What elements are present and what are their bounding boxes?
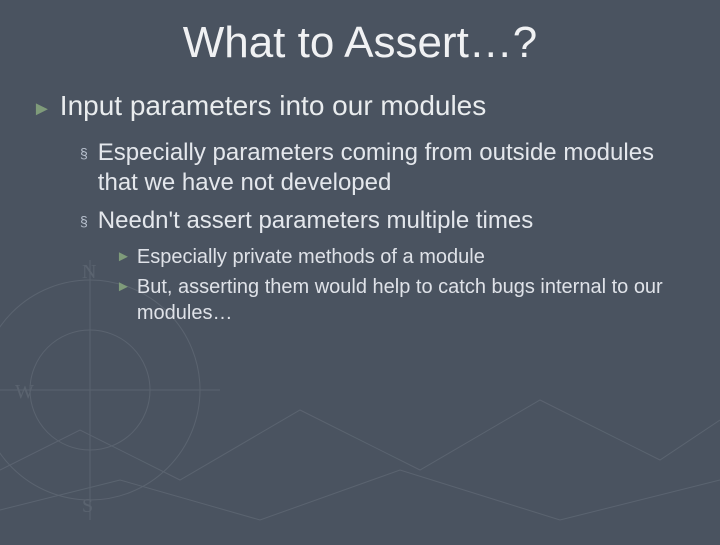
slide: What to Assert…? ► Input parameters into… bbox=[0, 0, 720, 540]
bullet-text: Especially private methods of a module bbox=[137, 244, 485, 270]
bullet-text: But, asserting them would help to catch … bbox=[137, 274, 690, 326]
list-item: ► Especially private methods of a module bbox=[116, 244, 690, 270]
bullet-text: Especially parameters coming from outsid… bbox=[98, 138, 690, 198]
slide-title: What to Assert…? bbox=[30, 18, 690, 68]
bullet-text: Input parameters into our modules bbox=[60, 90, 486, 122]
triangle-icon: ► bbox=[116, 244, 131, 270]
list-item: ► Input parameters into our modules § Es… bbox=[32, 90, 690, 326]
bullet-list-lvl2: § Especially parameters coming from outs… bbox=[80, 138, 690, 326]
bullet-list-lvl3: ► Especially private methods of a module… bbox=[116, 244, 690, 326]
bullet-text: Needn't assert parameters multiple times bbox=[98, 206, 533, 236]
square-icon: § bbox=[80, 138, 88, 168]
triangle-icon: ► bbox=[116, 274, 131, 300]
list-item: ► But, asserting them would help to catc… bbox=[116, 274, 690, 326]
list-item: § Especially parameters coming from outs… bbox=[80, 138, 690, 198]
list-item: § Needn't assert parameters multiple tim… bbox=[80, 206, 690, 326]
square-icon: § bbox=[80, 206, 88, 236]
triangle-icon: ► bbox=[32, 92, 52, 126]
bullet-list-lvl1: ► Input parameters into our modules § Es… bbox=[32, 90, 690, 326]
